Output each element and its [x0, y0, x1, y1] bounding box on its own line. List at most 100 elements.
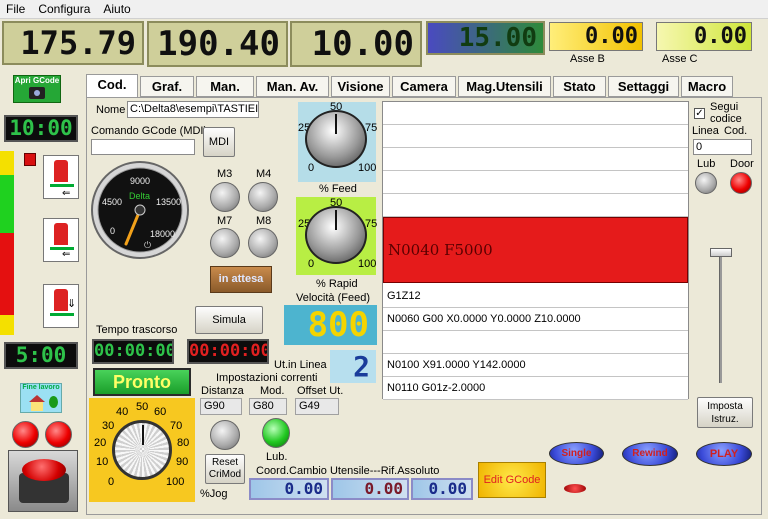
file-name-field[interactable]: C:\Delta8\esempi\TASTIEI [127, 101, 259, 118]
alarm-led-2 [45, 421, 72, 448]
jog-label: %Jog [200, 488, 228, 500]
jog-tick-10: 10 [96, 456, 109, 468]
gcode-row-empty [383, 194, 688, 217]
reset-button[interactable]: Reset CriMod [205, 454, 245, 484]
offset-label: Offset Ut. [297, 385, 344, 397]
status-waiting-button[interactable]: in attesa [210, 266, 272, 293]
axis-b-display: 0.00 [549, 22, 643, 51]
distance-value: G90 [200, 398, 242, 415]
tool-change-x: 0.00 [249, 478, 329, 500]
edit-gcode-button[interactable]: Edit GCode [478, 462, 546, 498]
feed-knob[interactable] [305, 110, 367, 168]
tab-mag-utensili[interactable]: Mag.Utensili [458, 76, 551, 97]
mdi-label: Comando GCode (MDI) [91, 125, 208, 137]
arrow-left-icon: ⇐ [62, 188, 71, 199]
tab-man[interactable]: Man. [196, 76, 254, 97]
gcode-row-empty [383, 148, 688, 171]
feed-tick-75: 75 [365, 122, 378, 134]
line-number-input[interactable] [693, 139, 752, 155]
axis-c-label: Asse C [662, 53, 698, 65]
rapid-knob[interactable] [305, 206, 367, 264]
gcode-row[interactable] [383, 331, 688, 354]
elapsed-time-display: 00:00:00 [92, 339, 174, 364]
m8-led[interactable] [248, 228, 278, 258]
jog-knob[interactable] [112, 420, 172, 480]
menu-file[interactable]: File [0, 0, 32, 18]
tab-settaggi[interactable]: Settaggi [608, 76, 679, 97]
tab-visione[interactable]: Visione [331, 76, 390, 97]
tab-stato[interactable]: Stato [553, 76, 606, 97]
menu-bar: File Configura Aiuto [0, 0, 768, 19]
menu-configura[interactable]: Configura [32, 0, 97, 18]
tab-macro[interactable]: Macro [681, 76, 733, 97]
set-instruction-button[interactable]: Imposta Istruz. [697, 397, 753, 428]
velocity-display: 800 [284, 305, 377, 345]
axis-c-display: 0.00 [656, 22, 752, 51]
tab-graf[interactable]: Graf. [140, 76, 194, 97]
simula-button[interactable]: Simula [195, 306, 263, 334]
distance-label: Distanza [201, 385, 244, 397]
emergency-stop-button[interactable] [8, 450, 78, 512]
feed-label: % Feed [319, 183, 357, 195]
rapid-tick-0: 0 [308, 258, 315, 270]
status-bar-strip [0, 151, 14, 335]
arrow-down-icon: ⇓ [67, 298, 77, 310]
gcode-row-empty [383, 102, 688, 125]
mdi-button[interactable]: MDI [203, 127, 235, 157]
spindle-up-button[interactable]: ⇐ [43, 218, 79, 262]
jog-tick-50: 50 [136, 401, 149, 413]
end-work-button[interactable]: Fine lavoro [20, 383, 62, 413]
m4-led[interactable] [248, 182, 278, 212]
play-button[interactable]: PLAY [696, 442, 752, 466]
feed-tick-0: 0 [308, 162, 315, 174]
tool-change-y: 0.00 [331, 478, 409, 500]
rewind-button[interactable]: Rewind [622, 442, 678, 466]
axis-a-display: 15.00 [426, 21, 545, 55]
end-work-label: Fine lavoro [22, 384, 60, 391]
jog-tick-70: 70 [170, 420, 183, 432]
open-gcode-button[interactable]: Apri GCode [13, 75, 61, 103]
gcode-row[interactable]: G1Z12 [383, 285, 688, 308]
menu-aiuto[interactable]: Aiuto [97, 0, 137, 18]
gcode-row-empty [383, 125, 688, 148]
camera-icon [29, 87, 45, 99]
rapid-label: % Rapid [316, 278, 358, 290]
spindle-down-button[interactable]: ⇓ [43, 284, 79, 328]
gauge-tick-0: 0 [110, 226, 116, 236]
jog-tick-80: 80 [177, 437, 190, 449]
follow-code-checkbox[interactable]: ✓ [694, 108, 705, 119]
spindle-icon [54, 289, 68, 311]
jog-tick-30: 30 [102, 420, 115, 432]
slider-thumb[interactable] [710, 248, 732, 257]
spindle-left-button[interactable]: ⇐ [43, 155, 79, 199]
rapid-tick-75: 75 [365, 218, 378, 230]
mode-value: G80 [249, 398, 287, 415]
open-gcode-label: Apri GCode [14, 76, 60, 85]
mdi-input[interactable] [91, 139, 195, 155]
m7-led[interactable] [210, 228, 240, 258]
stop-indicator-icon [564, 484, 586, 493]
gcode-current-line[interactable]: N0040 F5000 [383, 217, 688, 283]
gcode-row[interactable]: N0100 X91.0000 Y142.0000 [383, 354, 688, 377]
feed-tick-100: 100 [358, 162, 377, 174]
current-settings-title: Impostazioni correnti [216, 372, 318, 384]
tab-cod[interactable]: Cod. [86, 74, 138, 98]
tab-camera[interactable]: Camera [392, 76, 456, 97]
clock-display-2: 5:00 [4, 342, 78, 369]
single-button[interactable]: Single [549, 442, 604, 465]
m3-label: M3 [217, 168, 233, 180]
emergency-stop-icon [22, 459, 66, 481]
m3-led[interactable] [210, 182, 240, 212]
tab-man-av[interactable]: Man. Av. [256, 76, 329, 97]
gcode-row[interactable]: N0110 G01z-2.0000 [383, 377, 688, 400]
spindle-icon [54, 223, 68, 245]
door-led [730, 172, 752, 194]
spindle-gauge [91, 161, 189, 259]
lub-led[interactable] [262, 418, 290, 448]
file-name-label: Nome [96, 104, 126, 116]
jog-tick-40: 40 [116, 406, 129, 418]
spindle-icon [54, 160, 68, 182]
gcode-row[interactable]: N0060 G00 X0.0000 Y0.0000 Z10.0000 [383, 308, 688, 331]
gauge-brand: Delta [129, 191, 151, 201]
mode-label: Mod. [260, 385, 285, 397]
